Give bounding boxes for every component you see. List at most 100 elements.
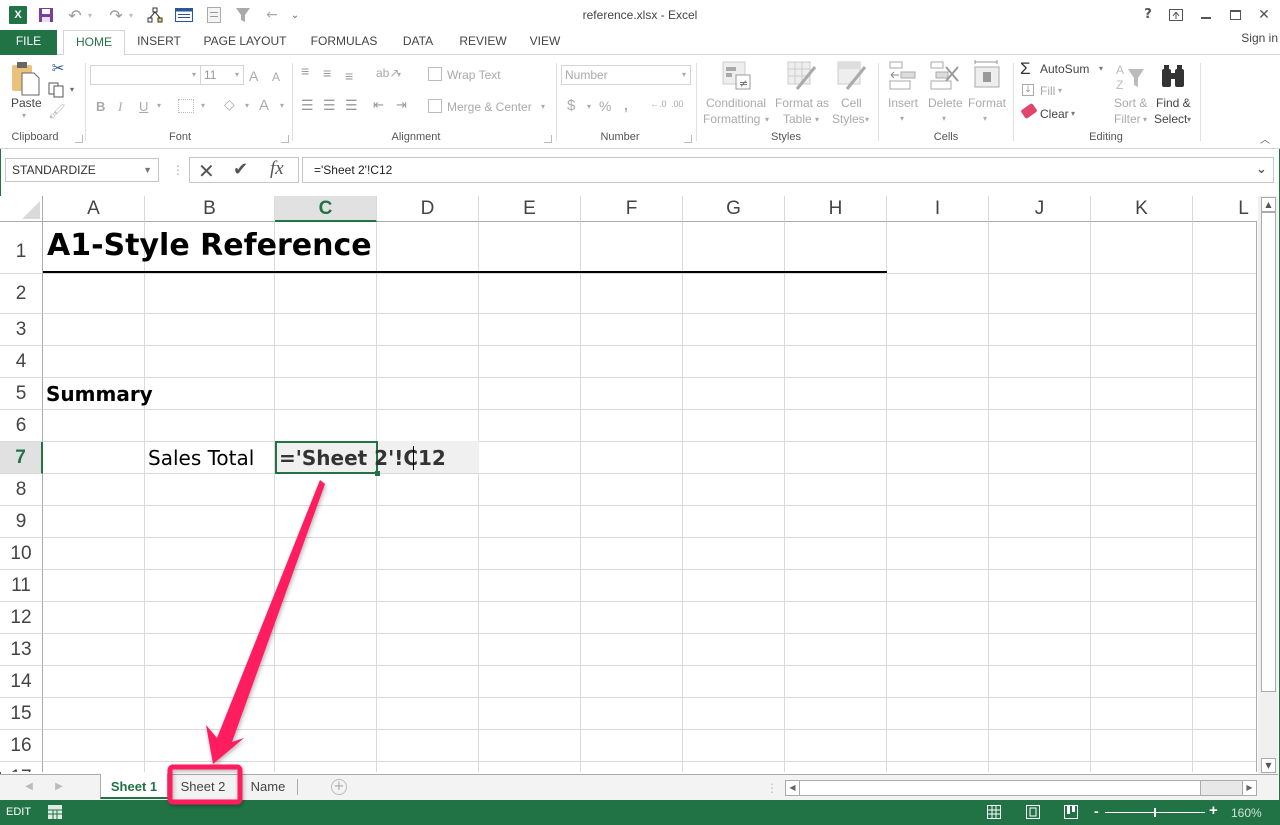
row-header-3[interactable]: 3 bbox=[0, 314, 43, 346]
fill-button[interactable]: Fill bbox=[1040, 84, 1055, 98]
format-painter-icon[interactable]: 🖌 bbox=[48, 104, 68, 122]
cell-a5[interactable]: Summary bbox=[46, 382, 153, 406]
conditional-formatting-button[interactable]: Conditional bbox=[706, 96, 766, 110]
page-layout-view-icon[interactable] bbox=[1026, 805, 1040, 819]
column-header-i[interactable]: I bbox=[887, 196, 989, 222]
new-sheet-button[interactable]: + bbox=[331, 779, 347, 795]
italic-button[interactable]: I bbox=[118, 99, 122, 115]
name-box-dropdown-icon[interactable]: ▼ bbox=[143, 159, 152, 181]
find-select-dropdown-icon[interactable]: ▾ bbox=[1187, 115, 1191, 124]
tab-insert[interactable]: INSERT bbox=[133, 30, 185, 55]
prev-sheet-icon[interactable]: ◀ bbox=[22, 775, 36, 799]
cell-styles-dropdown-icon[interactable]: ▾ bbox=[865, 115, 869, 124]
horizontal-scroll-thumb[interactable] bbox=[800, 781, 1201, 795]
percent-button[interactable]: % bbox=[599, 98, 611, 114]
comma-button[interactable]: , bbox=[624, 97, 628, 113]
name-box[interactable]: STANDARDIZE ▼ bbox=[5, 158, 159, 182]
spreadsheet-grid[interactable]: ABCDEFGHIJKL 1234567891011121314151617 A… bbox=[0, 196, 1257, 772]
conditional-dropdown-icon[interactable]: ▾ bbox=[765, 115, 769, 124]
increase-indent-icon[interactable]: ⇥ bbox=[396, 97, 407, 113]
sheet-tab-sheet-2[interactable]: Sheet 2 bbox=[172, 775, 234, 799]
alignment-launcher-icon[interactable] bbox=[544, 135, 552, 143]
top-align-icon[interactable]: ≡ bbox=[301, 63, 309, 79]
fill-handle[interactable] bbox=[375, 471, 380, 476]
tab-formulas[interactable]: FORMULAS bbox=[306, 30, 382, 55]
paste-icon[interactable] bbox=[10, 61, 40, 99]
format-as-table-button[interactable]: Format as bbox=[775, 96, 829, 110]
fill-dropdown-icon[interactable]: ▾ bbox=[1058, 86, 1062, 95]
tab-split-handle[interactable]: ⋮ bbox=[766, 781, 778, 795]
cell-c7[interactable]: ='Sheet 2'!C12 bbox=[279, 446, 446, 470]
middle-align-icon[interactable]: ≡ bbox=[323, 65, 331, 81]
orientation-icon[interactable]: ab↗ bbox=[376, 66, 399, 80]
find-select-button[interactable]: Find & bbox=[1156, 96, 1191, 110]
column-header-c[interactable]: C bbox=[275, 196, 377, 222]
cell-styles-button-line2[interactable]: Styles bbox=[832, 112, 865, 126]
font-size-combo[interactable]: 11 ▾ bbox=[200, 65, 244, 85]
increase-decimal-icon[interactable]: ←.0 bbox=[650, 99, 667, 109]
format-dropdown-icon[interactable]: ▾ bbox=[983, 114, 987, 123]
scroll-down-button[interactable]: ▼ bbox=[1261, 758, 1276, 773]
delete-dropdown-icon[interactable]: ▾ bbox=[942, 114, 946, 123]
copy-dropdown-icon[interactable]: ▾ bbox=[70, 85, 74, 94]
delete-cells-button[interactable]: Delete bbox=[928, 96, 963, 110]
orientation-dropdown-icon[interactable]: ▾ bbox=[397, 70, 401, 79]
zoom-level[interactable]: 160% bbox=[1231, 806, 1262, 820]
wrap-text-button[interactable]: Wrap Text bbox=[447, 68, 501, 82]
row-header-7[interactable]: 7 bbox=[0, 442, 43, 474]
clear-button[interactable]: Clear bbox=[1040, 107, 1069, 121]
row-header-13[interactable]: 13 bbox=[0, 634, 43, 666]
column-header-f[interactable]: F bbox=[581, 196, 683, 222]
scroll-up-button[interactable]: ▲ bbox=[1261, 197, 1276, 212]
column-header-g[interactable]: G bbox=[683, 196, 785, 222]
currency-dropdown-icon[interactable]: ▾ bbox=[587, 102, 591, 111]
row-header-16[interactable]: 16 bbox=[0, 730, 43, 762]
font-color-button[interactable]: A bbox=[259, 97, 269, 114]
vertical-scrollbar[interactable]: ▲ ▼ bbox=[1258, 196, 1278, 774]
row-header-11[interactable]: 11 bbox=[0, 570, 43, 602]
borders-dropdown-icon[interactable]: ▾ bbox=[201, 101, 205, 110]
shrink-font-button[interactable]: A bbox=[272, 70, 280, 84]
tab-home[interactable]: HOME bbox=[63, 30, 125, 56]
row-header-5[interactable]: 5 bbox=[0, 378, 43, 410]
tab-review[interactable]: REVIEW bbox=[455, 30, 511, 55]
collapse-ribbon-icon[interactable]: ︿ bbox=[1260, 131, 1270, 146]
paste-button[interactable]: Paste bbox=[11, 96, 42, 110]
row-header-1[interactable]: 1 bbox=[0, 222, 43, 274]
number-format-combo[interactable]: Number ▾ bbox=[561, 65, 691, 85]
next-sheet-icon[interactable]: ▶ bbox=[52, 775, 66, 799]
paste-dropdown-icon[interactable]: ▾ bbox=[22, 111, 26, 120]
bottom-align-icon[interactable]: ≡ bbox=[345, 68, 353, 84]
decrease-decimal-icon[interactable]: .00 bbox=[671, 99, 684, 109]
font-color-dropdown-icon[interactable]: ▾ bbox=[280, 101, 284, 110]
clear-dropdown-icon[interactable]: ▾ bbox=[1071, 109, 1075, 118]
borders-icon[interactable] bbox=[178, 99, 194, 113]
grow-font-button[interactable]: A bbox=[249, 68, 258, 84]
row-header-8[interactable]: 8 bbox=[0, 474, 43, 506]
merge-dropdown-icon[interactable]: ▾ bbox=[541, 102, 545, 111]
row-header-15[interactable]: 15 bbox=[0, 698, 43, 730]
column-header-a[interactable]: A bbox=[43, 196, 145, 222]
font-launcher-icon[interactable] bbox=[281, 135, 289, 143]
column-header-j[interactable]: J bbox=[989, 196, 1091, 222]
zoom-in-button[interactable]: + bbox=[1209, 802, 1218, 819]
column-header-h[interactable]: H bbox=[785, 196, 887, 222]
tab-file[interactable]: FILE bbox=[0, 30, 57, 55]
normal-view-icon[interactable] bbox=[987, 805, 1001, 819]
row-header-4[interactable]: 4 bbox=[0, 346, 43, 378]
fill-color-icon[interactable]: ◇ bbox=[224, 97, 240, 115]
number-launcher-icon[interactable] bbox=[684, 135, 692, 143]
row-header-10[interactable]: 10 bbox=[0, 538, 43, 570]
sheet-tab-sheet-1[interactable]: Sheet 1 bbox=[100, 775, 168, 799]
scroll-right-button[interactable]: ▶ bbox=[1242, 781, 1256, 795]
bold-button[interactable]: B bbox=[96, 99, 105, 114]
formula-bar-grip-icon[interactable]: ⋮ bbox=[172, 163, 184, 177]
column-header-l[interactable]: L bbox=[1193, 196, 1257, 222]
zoom-slider-thumb[interactable] bbox=[1154, 808, 1156, 817]
cell-a1[interactable]: A1-Style Reference bbox=[47, 228, 372, 263]
scroll-left-button[interactable]: ◀ bbox=[786, 781, 800, 795]
font-name-combo[interactable]: ▾ bbox=[90, 65, 201, 85]
row-header-2[interactable]: 2 bbox=[0, 274, 43, 314]
horizontal-scrollbar[interactable]: ◀ ▶ bbox=[785, 780, 1257, 796]
find-select-button-line2[interactable]: Select bbox=[1154, 112, 1187, 126]
